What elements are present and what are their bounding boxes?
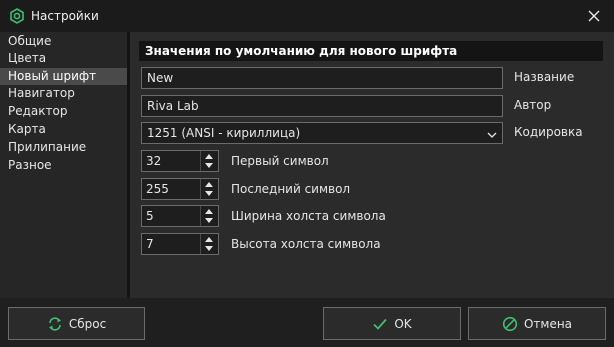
- spin-up-icon[interactable]: [201, 151, 218, 161]
- canvas-height-spinner[interactable]: 7: [141, 233, 219, 255]
- spin-up-icon[interactable]: [201, 179, 218, 189]
- section-header: Значения по умолчанию для нового шрифта: [139, 41, 603, 61]
- encoding-label: Кодировка: [514, 125, 583, 139]
- close-icon[interactable]: [586, 8, 602, 24]
- font-name-label: Название: [514, 70, 575, 84]
- spinner-buttons: [200, 179, 218, 199]
- sidebar-item-map[interactable]: Карта: [0, 121, 127, 138]
- canvas-height-label: Высота холста символа: [231, 237, 381, 251]
- canvas-width-value[interactable]: 5: [146, 206, 154, 226]
- sidebar-item-general[interactable]: Общие: [0, 33, 127, 50]
- spinner-buttons: [200, 234, 218, 254]
- new-font-settings-panel: Значения по умолчанию для нового шрифта …: [130, 32, 614, 298]
- spin-up-icon[interactable]: [201, 206, 218, 216]
- cancel-circle-icon: [502, 316, 518, 332]
- canvas-width-label: Ширина холста символа: [231, 209, 386, 223]
- canvas-height-value[interactable]: 7: [146, 234, 154, 254]
- first-char-value[interactable]: 32: [146, 151, 161, 171]
- spinner-buttons: [200, 206, 218, 226]
- sidebar-item-new-font[interactable]: Новый шрифт: [0, 68, 127, 85]
- cancel-label: Отмена: [523, 316, 573, 331]
- canvas-width-spinner[interactable]: 5: [141, 205, 219, 227]
- checkmark-icon: [372, 316, 388, 332]
- window-title: Настройки: [31, 9, 99, 23]
- spinner-buttons: [200, 151, 218, 171]
- spin-up-icon[interactable]: [201, 234, 218, 244]
- spin-down-icon[interactable]: [201, 189, 218, 199]
- reset-label: Сброс: [68, 316, 107, 331]
- first-char-spinner[interactable]: 32: [141, 150, 219, 172]
- chevron-down-icon: [486, 127, 498, 139]
- font-author-label: Автор: [514, 98, 552, 112]
- cancel-button[interactable]: Отмена: [468, 307, 606, 340]
- settings-gear-icon: [9, 8, 25, 24]
- spin-down-icon[interactable]: [201, 216, 218, 226]
- sidebar-item-misc[interactable]: Разное: [0, 157, 127, 174]
- last-char-spinner[interactable]: 255: [141, 178, 219, 200]
- spin-down-icon[interactable]: [201, 244, 218, 254]
- title-bar: Настройки: [0, 0, 614, 32]
- ok-label: OK: [394, 316, 412, 331]
- last-char-value[interactable]: 255: [146, 179, 169, 199]
- sidebar-item-editor[interactable]: Редактор: [0, 103, 127, 120]
- settings-sidebar: Общие Цвета Новый шрифт Навигатор Редакт…: [0, 32, 127, 298]
- first-char-label: Первый символ: [231, 154, 329, 168]
- last-char-label: Последний символ: [231, 182, 351, 196]
- encoding-select[interactable]: 1251 (ANSI - кириллица): [141, 122, 503, 144]
- refresh-icon: [47, 316, 63, 332]
- spin-down-icon[interactable]: [201, 161, 218, 171]
- sidebar-item-colors[interactable]: Цвета: [0, 50, 127, 67]
- sidebar-item-navigator[interactable]: Навигатор: [0, 85, 127, 102]
- reset-button[interactable]: Сброс: [8, 307, 145, 340]
- ok-button[interactable]: OK: [323, 307, 461, 340]
- font-author-input[interactable]: [141, 95, 503, 117]
- sidebar-item-snapping[interactable]: Прилипание: [0, 139, 127, 156]
- encoding-value: 1251 (ANSI - кириллица): [147, 126, 301, 140]
- font-name-input[interactable]: [141, 67, 503, 89]
